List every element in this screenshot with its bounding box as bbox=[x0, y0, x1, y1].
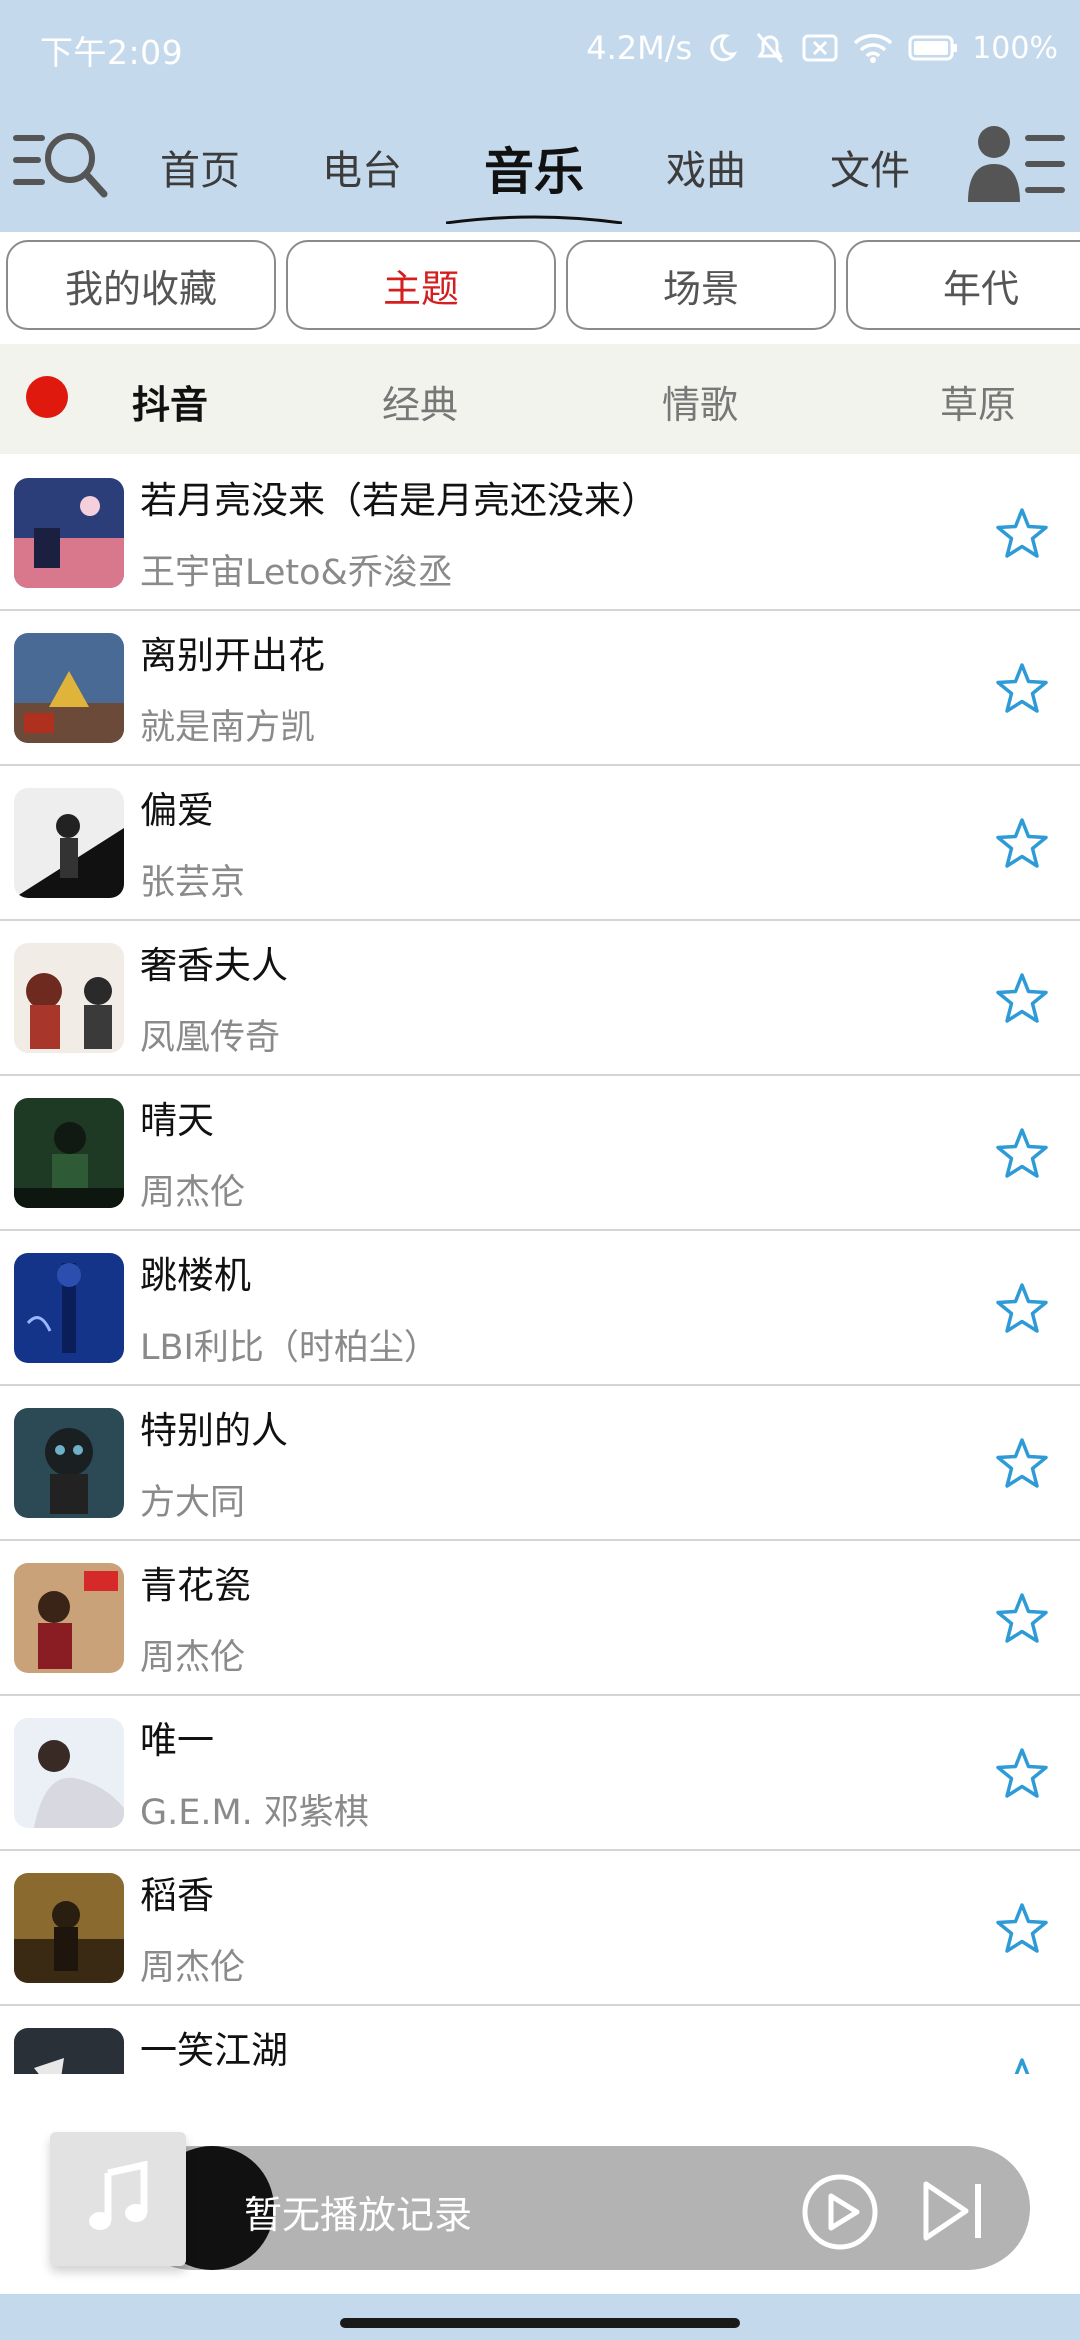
main-nav: 首页 电台 音乐 戏曲 文件 bbox=[0, 112, 1080, 228]
subtab-scene[interactable]: 场景 bbox=[566, 240, 836, 330]
favorite-star-icon[interactable] bbox=[994, 1126, 1050, 1182]
tab-opera[interactable]: 戏曲 bbox=[656, 138, 756, 198]
moon-icon bbox=[710, 34, 738, 62]
song-item[interactable]: 偏爱 张芸京 bbox=[0, 766, 1080, 921]
favorite-star-icon[interactable] bbox=[994, 661, 1050, 717]
album-cover bbox=[14, 1408, 124, 1518]
sim-off-icon bbox=[802, 34, 838, 62]
song-artist: LBI利比（时柏尘） bbox=[140, 1328, 439, 1368]
favorite-star-icon[interactable] bbox=[994, 506, 1050, 562]
status-time: 下午2:09 bbox=[40, 33, 184, 72]
network-speed: 4.2M/s bbox=[586, 29, 693, 67]
song-artist: 周杰伦 bbox=[140, 1638, 246, 1678]
battery-percent: 100% bbox=[972, 30, 1058, 66]
genre-active-indicator bbox=[26, 376, 68, 418]
album-cover bbox=[14, 1098, 124, 1208]
wifi-icon bbox=[854, 34, 893, 63]
song-artist: 方大同 bbox=[140, 1483, 246, 1523]
song-title: 偏爱 bbox=[140, 789, 214, 832]
song-artist: 张芸京 bbox=[140, 863, 246, 903]
next-track-icon[interactable] bbox=[920, 2178, 986, 2244]
favorite-star-icon[interactable] bbox=[994, 971, 1050, 1027]
play-icon[interactable] bbox=[800, 2172, 880, 2252]
song-artist: 周杰伦 bbox=[140, 1173, 246, 1213]
album-cover bbox=[14, 1718, 124, 1828]
battery-icon bbox=[908, 35, 958, 61]
song-artist: 王宇宙Leto&乔浚丞 bbox=[140, 553, 453, 593]
song-item[interactable]: 若月亮没来（若是月亮还没来） 王宇宙Leto&乔浚丞 bbox=[0, 456, 1080, 611]
genre-grassland[interactable]: 草原 bbox=[940, 374, 1016, 429]
favorite-star-icon[interactable] bbox=[994, 1591, 1050, 1647]
album-cover bbox=[14, 788, 124, 898]
favorite-star-icon[interactable] bbox=[994, 1281, 1050, 1337]
album-cover bbox=[14, 2028, 124, 2074]
favorite-star-icon[interactable] bbox=[994, 816, 1050, 872]
player-status-text: 暂无播放记录 bbox=[244, 2193, 473, 2237]
genre-row: 抖音 经典 情歌 草原 bbox=[0, 344, 1080, 454]
song-title: 晴天 bbox=[140, 1099, 214, 1142]
favorite-star-icon[interactable] bbox=[994, 2056, 1050, 2074]
song-item[interactable]: 奢香夫人 凤凰传奇 bbox=[0, 921, 1080, 1076]
song-title: 一笑江湖 bbox=[140, 2029, 288, 2072]
song-item[interactable]: 稻香 周杰伦 bbox=[0, 1851, 1080, 2006]
music-note-icon bbox=[89, 2161, 148, 2230]
tab-home[interactable]: 首页 bbox=[150, 138, 250, 198]
menu-search-icon[interactable] bbox=[12, 124, 112, 204]
genre-douyin[interactable]: 抖音 bbox=[132, 374, 208, 429]
song-item[interactable]: 特别的人 方大同 bbox=[0, 1386, 1080, 1541]
favorite-star-icon[interactable] bbox=[994, 1746, 1050, 1802]
song-item[interactable]: 唯一 G.E.M. 邓紫棋 bbox=[0, 1696, 1080, 1851]
song-title: 特别的人 bbox=[140, 1409, 288, 1452]
album-cover bbox=[14, 1563, 124, 1673]
mini-player: 暂无播放记录 bbox=[0, 2074, 1080, 2294]
song-item[interactable]: 青花瓷 周杰伦 bbox=[0, 1541, 1080, 1696]
song-item[interactable]: 晴天 周杰伦 bbox=[0, 1076, 1080, 1231]
subtab-era[interactable]: 年代 bbox=[846, 240, 1080, 330]
genre-classic[interactable]: 经典 bbox=[382, 374, 458, 429]
status-bar: 下午2:09 4.2M/s 100% bbox=[0, 0, 1080, 96]
profile-list-icon[interactable] bbox=[966, 124, 1066, 206]
song-item[interactable]: 跳楼机 LBI利比（时柏尘） bbox=[0, 1231, 1080, 1386]
tab-files[interactable]: 文件 bbox=[820, 138, 920, 198]
genre-love-songs[interactable]: 情歌 bbox=[662, 374, 738, 429]
song-list: 若月亮没来（若是月亮还没来） 王宇宙Leto&乔浚丞 离别开出花 就是南方凯 偏… bbox=[0, 456, 1080, 2074]
song-artist: 就是南方凯 bbox=[140, 708, 316, 748]
active-tab-underline bbox=[446, 215, 622, 224]
mute-bell-icon bbox=[757, 33, 784, 63]
song-item[interactable]: 离别开出花 就是南方凯 bbox=[0, 611, 1080, 766]
song-title: 唯一 bbox=[140, 1719, 214, 1762]
song-title: 若月亮没来（若是月亮还没来） bbox=[140, 479, 658, 522]
song-item[interactable]: 一笑江湖 bbox=[0, 2006, 1080, 2074]
tab-radio[interactable]: 电台 bbox=[312, 138, 412, 198]
player-cover[interactable] bbox=[50, 2132, 186, 2266]
album-cover bbox=[14, 943, 124, 1053]
navigation-gesture-bar bbox=[0, 2294, 1080, 2340]
song-artist: G.E.M. 邓紫棋 bbox=[140, 1793, 369, 1833]
song-title: 奢香夫人 bbox=[140, 944, 288, 987]
gesture-handle[interactable] bbox=[340, 2318, 740, 2328]
song-title: 稻香 bbox=[140, 1874, 214, 1917]
subtab-theme[interactable]: 主题 bbox=[286, 240, 556, 330]
song-artist: 凤凰传奇 bbox=[140, 1018, 281, 1058]
status-icons: 4.2M/s 100% bbox=[586, 22, 1058, 74]
album-cover bbox=[14, 633, 124, 743]
tab-music[interactable]: 音乐 bbox=[474, 132, 594, 201]
song-artist: 周杰伦 bbox=[140, 1948, 246, 1988]
album-cover bbox=[14, 1253, 124, 1363]
song-title: 离别开出花 bbox=[140, 634, 325, 677]
favorite-star-icon[interactable] bbox=[994, 1901, 1050, 1957]
favorite-star-icon[interactable] bbox=[994, 1436, 1050, 1492]
subtab-favorites[interactable]: 我的收藏 bbox=[6, 240, 276, 330]
album-cover bbox=[14, 478, 124, 588]
sub-tabs: 我的收藏 主题 场景 年代 bbox=[0, 232, 1080, 336]
album-cover bbox=[14, 1873, 124, 1983]
song-title: 跳楼机 bbox=[140, 1254, 251, 1297]
song-title: 青花瓷 bbox=[140, 1564, 251, 1607]
